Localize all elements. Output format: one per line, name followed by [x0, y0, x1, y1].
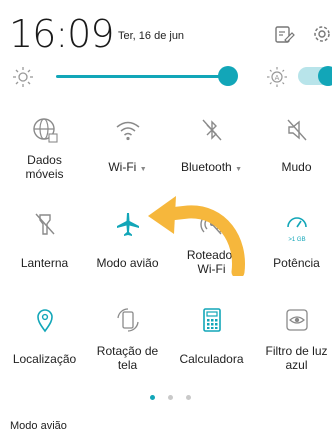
wifi-icon: [114, 116, 142, 144]
page-indicator: [150, 395, 191, 403]
auto-brightness-icon: A: [266, 66, 288, 88]
tile-flashlight[interactable]: Lanterna: [3, 210, 86, 310]
page-dot[interactable]: [168, 395, 173, 400]
tile-location[interactable]: Localização: [3, 306, 86, 406]
power-gauge-icon: [283, 210, 311, 238]
svg-text:A: A: [275, 75, 280, 82]
tile-label: Mudo: [281, 160, 312, 174]
tile-label: Rotação de tela: [96, 344, 159, 372]
bluetooth-off-icon: [198, 116, 226, 144]
gear-icon[interactable]: [310, 22, 332, 46]
tile-label: Potência: [273, 256, 320, 270]
dropdown-arrow-icon[interactable]: ▼: [235, 166, 242, 173]
brightness-slider-thumb[interactable]: [218, 66, 238, 86]
tile-mobile-data[interactable]: Dados móveis: [3, 116, 86, 216]
tile-label: Filtro de luz azul: [265, 344, 328, 372]
edit-icon[interactable]: [272, 22, 296, 46]
tile-blue-light-filter[interactable]: Filtro de luz azul: [255, 306, 332, 406]
brightness-slider-track[interactable]: [56, 75, 228, 78]
tile-label: Wi-Fi: [108, 160, 137, 174]
rotation-icon: [114, 306, 142, 334]
location-pin-icon: [31, 306, 59, 334]
tile-power[interactable]: >1 GB Potência: [255, 210, 332, 310]
status-text: Modo avião: [10, 420, 67, 432]
mute-icon: [283, 116, 311, 144]
page-dot[interactable]: [186, 395, 191, 400]
brightness-icon: [12, 66, 34, 88]
tile-mute[interactable]: Mudo: [255, 116, 332, 216]
tile-label: Localização: [12, 352, 77, 366]
tile-label: Dados móveis: [25, 153, 64, 181]
date-label: Ter, 16 de jun: [118, 30, 185, 42]
clock-time: 16:09: [9, 12, 115, 56]
dropdown-arrow-icon[interactable]: ▼: [140, 166, 147, 173]
auto-brightness-toggle-knob[interactable]: [318, 66, 332, 86]
curved-arrow-icon: [140, 188, 260, 279]
globe-icon: [31, 116, 59, 144]
page-dot-active[interactable]: [150, 395, 155, 400]
tile-label: Calculadora: [179, 352, 244, 366]
airplane-icon: [114, 210, 142, 238]
eye-comfort-icon: [283, 306, 311, 334]
flashlight-off-icon: [31, 210, 59, 238]
tile-label: Lanterna: [20, 256, 69, 270]
tile-calculator[interactable]: Calculadora: [170, 306, 253, 406]
calculator-icon: [198, 306, 226, 334]
tile-screen-rotation[interactable]: Rotação de tela: [86, 306, 169, 406]
tile-label: Bluetooth: [181, 160, 232, 174]
data-limit-label: >1 GB: [288, 237, 306, 243]
